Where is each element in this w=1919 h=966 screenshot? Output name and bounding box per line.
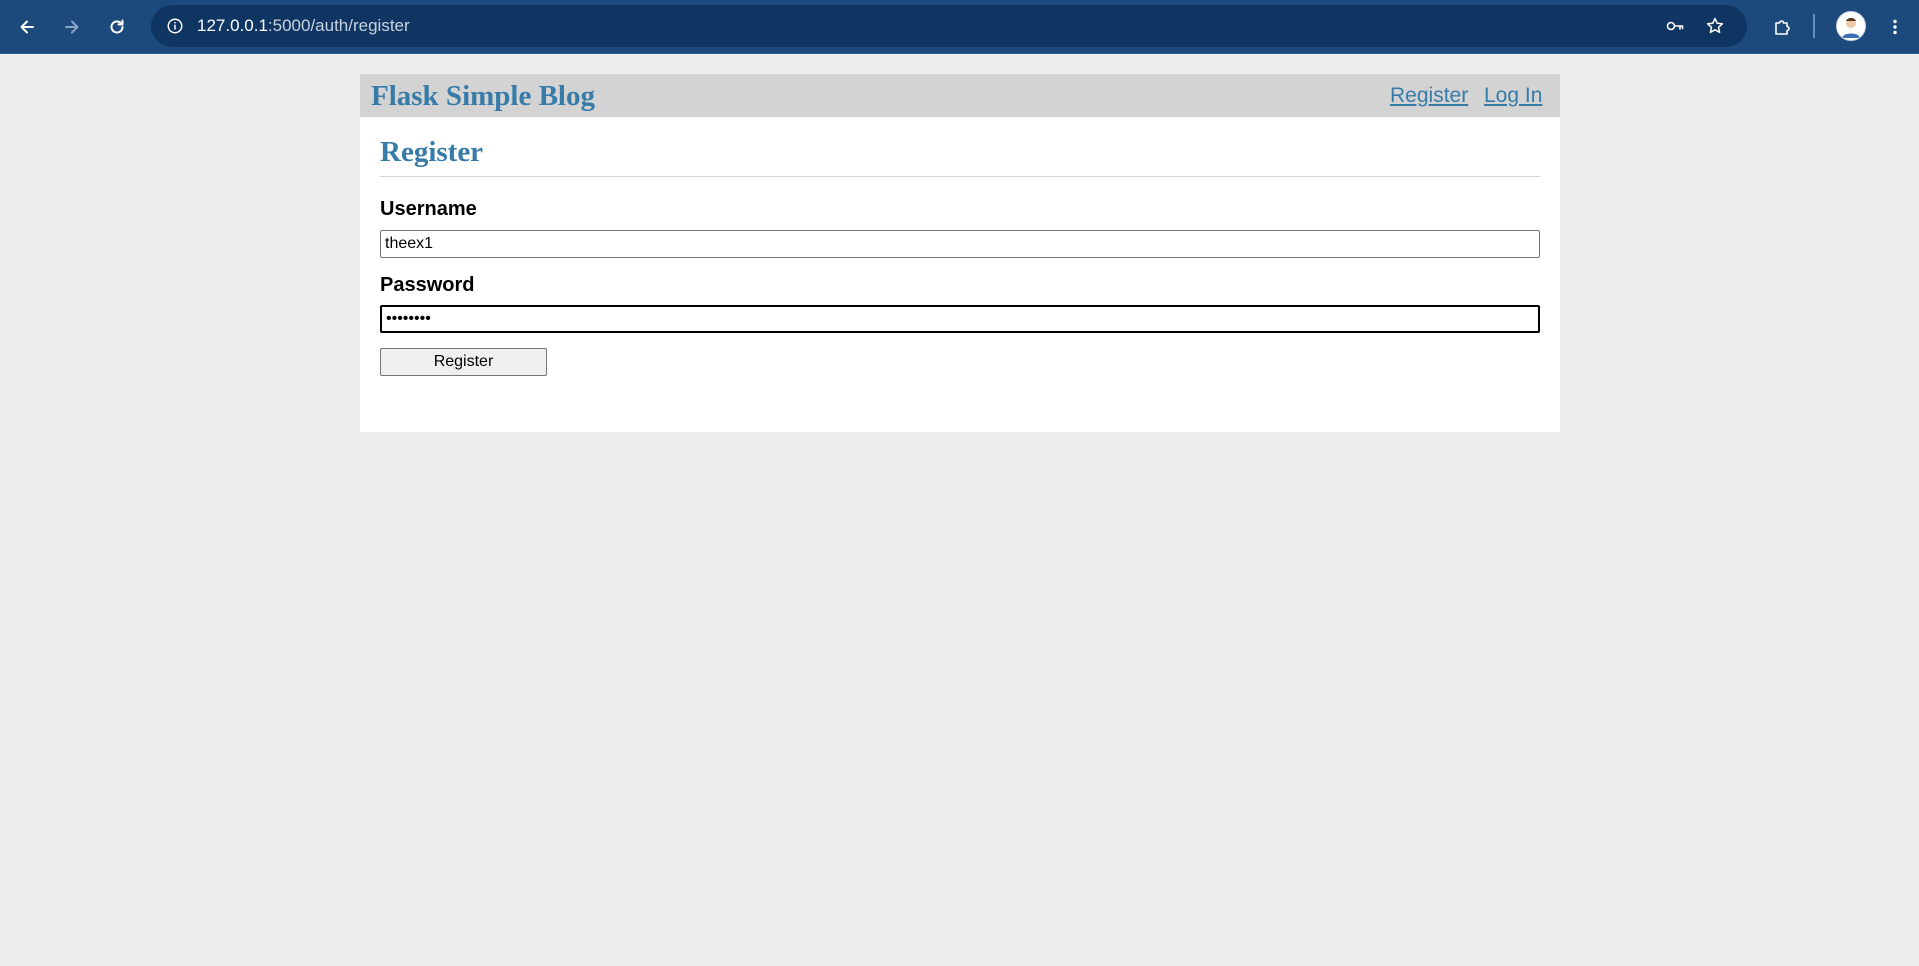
- back-button[interactable]: [8, 8, 46, 46]
- site-title[interactable]: Flask Simple Blog: [371, 80, 595, 112]
- url-host: 127.0.0.1: [197, 16, 268, 35]
- site-info-button[interactable]: [159, 10, 191, 42]
- address-bar[interactable]: 127.0.0.1:5000/auth/register: [151, 5, 1747, 47]
- url-text[interactable]: 127.0.0.1:5000/auth/register: [197, 5, 410, 47]
- url-path: :5000/auth/register: [267, 16, 410, 35]
- reload-icon: [110, 19, 124, 34]
- toolbar-divider: [1813, 14, 1815, 38]
- site-nav: Flask Simple Blog Register Log In: [360, 74, 1560, 117]
- browser-toolbar: 127.0.0.1:5000/auth/register: [0, 0, 1919, 54]
- password-value: ••••••••: [386, 310, 431, 327]
- password-field[interactable]: ••••••••: [380, 305, 1540, 333]
- forward-arrow-icon: [65, 20, 79, 34]
- bookmark-star-button[interactable]: [1699, 10, 1731, 42]
- back-arrow-icon: [20, 20, 34, 34]
- key-icon: [1666, 21, 1684, 31]
- username-field[interactable]: theex1: [380, 230, 1540, 258]
- page-container: Flask Simple Blog Register Log In Regist…: [360, 74, 1560, 432]
- profile-avatar[interactable]: [1836, 11, 1866, 41]
- browser-menu-button[interactable]: [1876, 8, 1914, 46]
- page-title: Register: [380, 136, 484, 168]
- reload-button[interactable]: [98, 8, 136, 46]
- register-submit-button[interactable]: Register: [380, 348, 547, 376]
- extensions-button[interactable]: [1763, 8, 1801, 46]
- username-label: Username: [380, 198, 477, 220]
- title-divider: [380, 176, 1540, 177]
- more-vertical-icon: [1893, 19, 1897, 35]
- info-icon: [167, 18, 183, 34]
- avatar-icon: [1842, 18, 1860, 38]
- nav-register-link[interactable]: Register: [1390, 84, 1468, 108]
- star-icon: [1706, 17, 1724, 34]
- password-key-button[interactable]: [1659, 10, 1691, 42]
- forward-button[interactable]: [53, 8, 91, 46]
- puzzle-icon: [1775, 20, 1790, 35]
- password-label: Password: [380, 274, 475, 296]
- nav-login-link[interactable]: Log In: [1484, 84, 1542, 108]
- username-value: theex1: [385, 235, 434, 252]
